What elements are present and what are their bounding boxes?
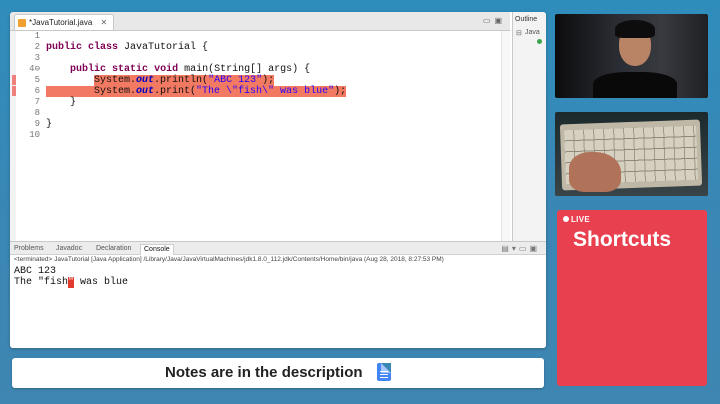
line-number: 3 — [34, 53, 40, 63]
method-icon — [537, 39, 542, 44]
maximize-icon[interactable]: ▣ — [529, 244, 540, 253]
view-menu-icon[interactable]: ▾ — [512, 244, 519, 253]
tab-javadoc[interactable]: Javadoc — [56, 244, 82, 254]
presenter-hair — [615, 20, 655, 38]
google-docs-icon — [377, 362, 391, 381]
code-line: public class JavaTutorial { — [46, 42, 209, 53]
line-number: 1 — [34, 31, 40, 41]
line-number: 5 — [34, 75, 40, 85]
editor-tab[interactable]: *JavaTutorial.java ✕ — [14, 14, 115, 30]
code-line: } — [46, 119, 53, 130]
presenter-shirt — [593, 72, 677, 98]
line-number: 10 — [29, 130, 40, 140]
line-number: 6 — [34, 86, 40, 96]
line-number: 9 — [34, 119, 40, 129]
change-marker — [12, 86, 16, 96]
close-icon[interactable]: ✕ — [101, 18, 108, 27]
editor-tab-bar: *JavaTutorial.java ✕ ▭▣ — [10, 12, 510, 31]
editor-window-controls[interactable]: ▭▣ — [483, 16, 506, 25]
code-editor[interactable]: 1 2 3 4⊖ 5 6 7 8 9 10 public class JavaT… — [10, 31, 510, 241]
editor-scrollbar[interactable] — [501, 31, 510, 241]
console-status: <terminated> JavaTutorial [Java Applicat… — [14, 256, 444, 263]
tab-problems[interactable]: Problems — [14, 244, 44, 254]
console-line: ABC 123 — [14, 266, 57, 277]
line-number: 7 — [34, 97, 40, 107]
eclipse-window: *JavaTutorial.java ✕ ▭▣ Outline ⊟ Java 1… — [10, 12, 546, 348]
webcam-keyboard — [555, 112, 708, 196]
console-toolbar[interactable]: ▤▾▭▣ — [501, 244, 540, 253]
console-view: Problems Javadoc Declaration Console ▤▾▭… — [10, 241, 546, 348]
minimize-icon[interactable]: ▭ — [483, 16, 495, 25]
outline-item[interactable]: Java — [525, 29, 540, 36]
code-line: public static void main(String[] args) { — [70, 64, 311, 75]
code-line: System.out.print("The \"fish\" was blue"… — [46, 86, 347, 97]
outline-tab[interactable]: Outline — [515, 16, 537, 23]
clear-console-icon[interactable]: ▤ — [501, 244, 512, 253]
code-lines[interactable]: public class JavaTutorial { public stati… — [46, 31, 347, 141]
package-icon: ⊟ — [516, 30, 522, 37]
console-output[interactable]: ABC 123 The "fish" was blue — [14, 266, 128, 288]
presenter-hand — [569, 152, 621, 192]
live-panel: LIVE Shortcuts — [557, 210, 707, 386]
code-line: } — [46, 97, 77, 108]
console-line: The "fish" was blue — [14, 277, 129, 288]
line-number: 4⊖ — [29, 64, 40, 74]
overview-ruler — [10, 31, 16, 241]
editor-tab-label: *JavaTutorial.java — [29, 18, 93, 27]
minimize-icon[interactable]: ▭ — [519, 244, 530, 253]
live-label: LIVE — [571, 215, 590, 224]
live-dot-icon — [563, 216, 569, 222]
notes-banner: Notes are in the description — [12, 358, 544, 388]
live-badge: LIVE — [563, 215, 590, 224]
console-tab-bar: Problems Javadoc Declaration Console ▤▾▭… — [10, 242, 546, 255]
change-marker — [12, 75, 16, 85]
tab-console[interactable]: Console — [140, 244, 174, 255]
java-file-icon — [18, 19, 26, 27]
maximize-icon[interactable]: ▣ — [494, 16, 506, 25]
live-title: Shortcuts — [573, 228, 672, 251]
code-line: System.out.println("ABC 123"); — [94, 75, 275, 86]
notes-text: Notes are in the description — [165, 364, 363, 381]
line-number: 8 — [34, 108, 40, 118]
line-number: 2 — [34, 42, 40, 52]
tab-declaration[interactable]: Declaration — [96, 244, 131, 254]
line-number-gutter: 1 2 3 4⊖ 5 6 7 8 9 10 — [18, 31, 40, 141]
text-cursor: " — [68, 277, 75, 288]
webcam-face — [555, 14, 708, 98]
